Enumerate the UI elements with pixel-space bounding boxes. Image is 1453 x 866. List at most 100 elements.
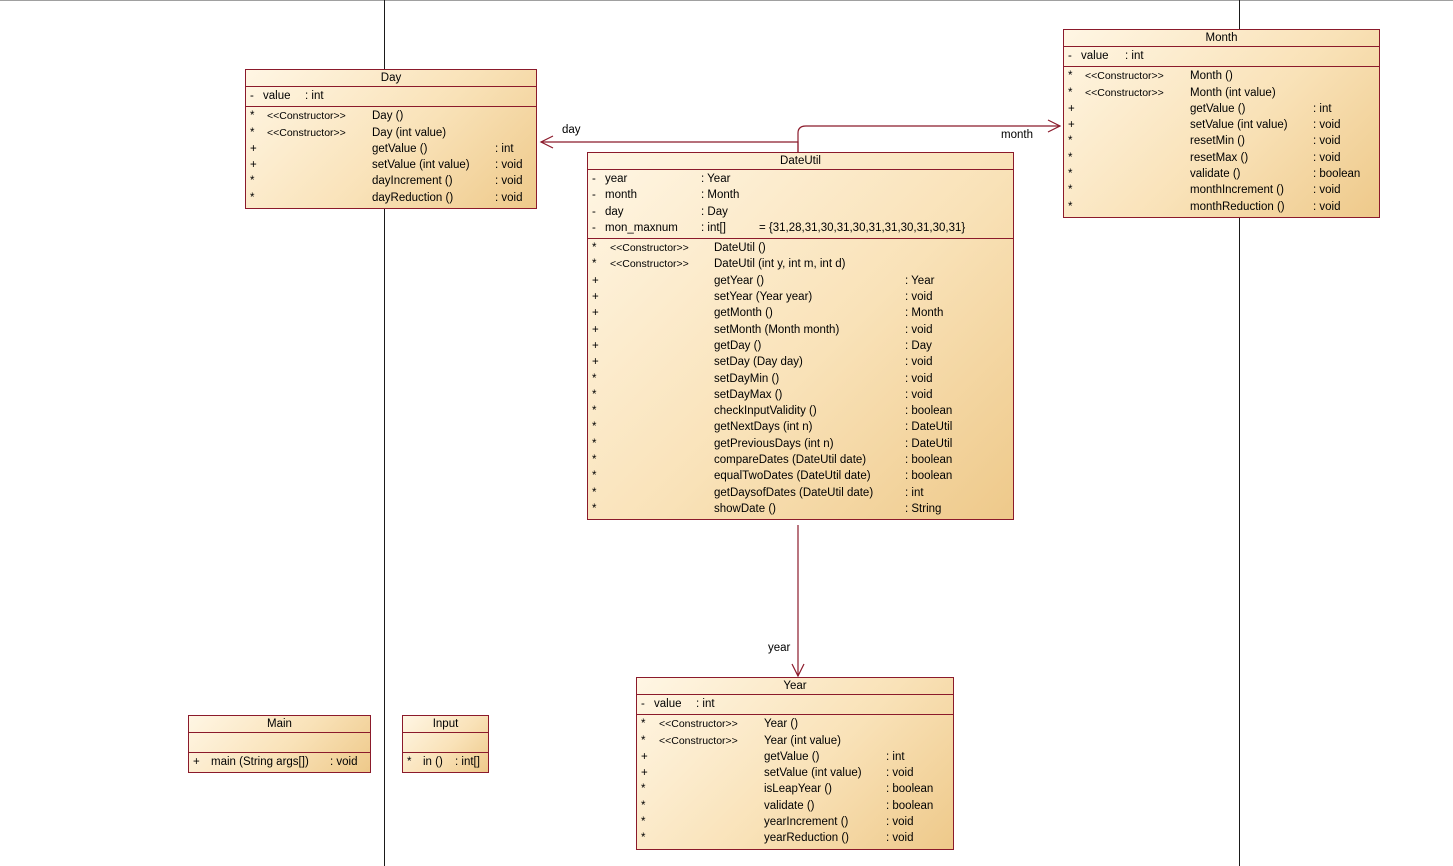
operation-row[interactable]: * <<Constructor>> DateUtil () bbox=[588, 240, 1013, 256]
return-type: : void bbox=[1313, 119, 1341, 132]
visibility-marker: * bbox=[250, 191, 255, 204]
operation-row[interactable]: * dayIncrement () : void bbox=[246, 173, 536, 189]
operation-row[interactable]: + getMonth () : Month bbox=[588, 305, 1013, 321]
operation-row[interactable]: * compareDates (DateUtil date) : boolean bbox=[588, 452, 1013, 468]
operation-row[interactable]: * yearReduction () : void bbox=[637, 830, 953, 846]
operation-row[interactable]: * equalTwoDates (DateUtil date) : boolea… bbox=[588, 468, 1013, 484]
visibility-marker: * bbox=[250, 175, 255, 188]
operation-name: validate () bbox=[764, 799, 815, 812]
operation-row[interactable]: + setMonth (Month month) : void bbox=[588, 322, 1013, 338]
class-month[interactable]: Month - value : int * <<Constructor>> Mo… bbox=[1063, 29, 1380, 218]
operation-row[interactable]: * <<Constructor>> Day () bbox=[246, 108, 536, 124]
operation-name: validate () bbox=[1190, 168, 1241, 181]
operation-row[interactable]: + getValue () : int bbox=[246, 141, 536, 157]
operation-row[interactable]: * in () : int[] bbox=[403, 754, 488, 770]
operation-row[interactable]: * validate () : boolean bbox=[1064, 166, 1379, 182]
visibility-marker: * bbox=[641, 783, 646, 796]
operation-row[interactable]: * showDate () : String bbox=[588, 501, 1013, 517]
operation-row[interactable]: + getValue () : int bbox=[1064, 101, 1379, 117]
operation-row[interactable]: + setYear (Year year) : void bbox=[588, 289, 1013, 305]
visibility-marker: * bbox=[641, 734, 646, 747]
visibility-marker: + bbox=[641, 750, 648, 763]
operation-name: getValue () bbox=[764, 750, 820, 763]
attribute-row[interactable]: - month : Month bbox=[588, 187, 1013, 203]
return-type: : int bbox=[886, 750, 905, 763]
operation-name: monthReduction () bbox=[1190, 200, 1285, 213]
attribute-type: : int bbox=[1125, 50, 1144, 62]
class-dateutil[interactable]: DateUtil - year : Year - month : Month -… bbox=[587, 152, 1014, 521]
attribute-row[interactable]: - value : int bbox=[637, 696, 953, 712]
visibility-marker: * bbox=[1068, 70, 1073, 83]
stereotype: <<Constructor>> bbox=[267, 110, 346, 123]
operation-row[interactable]: * setDayMax () : void bbox=[588, 387, 1013, 403]
operation-name: setMonth (Month month) bbox=[714, 323, 840, 336]
visibility-marker: + bbox=[250, 159, 257, 172]
operation-row[interactable]: * <<Constructor>> Day (int value) bbox=[246, 125, 536, 141]
attribute-row[interactable]: - mon_maxnum : int[] = {31,28,31,30,31,3… bbox=[588, 220, 1013, 236]
visibility-marker: + bbox=[641, 767, 648, 780]
return-type: : void bbox=[905, 356, 933, 369]
operation-row[interactable]: * <<Constructor>> Year () bbox=[637, 716, 953, 732]
class-main[interactable]: Main + main (String args[]) : void bbox=[188, 715, 371, 774]
operation-name: checkInputValidity () bbox=[714, 405, 817, 418]
day-association-line[interactable] bbox=[541, 141, 799, 152]
class-day[interactable]: Day - value : int * <<Constructor>> Day … bbox=[245, 69, 537, 210]
operation-row[interactable]: * setDayMin () : void bbox=[588, 371, 1013, 387]
visibility-marker: * bbox=[592, 258, 597, 271]
operation-row[interactable]: + getDay () : Day bbox=[588, 338, 1013, 354]
return-type: : boolean bbox=[905, 405, 953, 418]
return-type: : void bbox=[495, 191, 523, 204]
operation-row[interactable]: * monthIncrement () : void bbox=[1064, 182, 1379, 198]
operation-row[interactable]: + setValue (int value) : void bbox=[1064, 117, 1379, 133]
operation-row[interactable]: * isLeapYear () : boolean bbox=[637, 781, 953, 797]
operation-row[interactable]: * <<Constructor>> Year (int value) bbox=[637, 733, 953, 749]
operation-row[interactable]: + setDay (Day day) : void bbox=[588, 354, 1013, 370]
operation-row[interactable]: * <<Constructor>> Month () bbox=[1064, 68, 1379, 84]
operation-row[interactable]: * resetMax () : void bbox=[1064, 150, 1379, 166]
operation-name: main (String args[]) bbox=[211, 756, 309, 768]
attribute-name: value bbox=[654, 698, 682, 710]
operation-row[interactable]: + getValue () : int bbox=[637, 749, 953, 765]
return-type: : void bbox=[1313, 135, 1341, 148]
visibility-marker: * bbox=[592, 454, 597, 467]
operation-row[interactable]: * checkInputValidity () : boolean bbox=[588, 403, 1013, 419]
operation-row[interactable]: * dayReduction () : void bbox=[246, 190, 536, 206]
operation-row[interactable]: * getDaysofDates (DateUtil date) : int bbox=[588, 485, 1013, 501]
operation-name: monthIncrement () bbox=[1190, 184, 1284, 197]
operation-name: setDay (Day day) bbox=[714, 356, 803, 369]
operation-name: getMonth () bbox=[714, 307, 773, 320]
attribute-name: day bbox=[605, 205, 624, 218]
operation-row[interactable]: + getYear () : Year bbox=[588, 273, 1013, 289]
class-input[interactable]: Input * in () : int[] bbox=[402, 715, 489, 774]
visibility-marker: * bbox=[592, 470, 597, 483]
visibility-marker: + bbox=[250, 142, 257, 155]
operation-row[interactable]: + setValue (int value) : void bbox=[246, 157, 536, 173]
operation-row[interactable]: * getNextDays (int n) : DateUtil bbox=[588, 419, 1013, 435]
attribute-row[interactable]: - day : Day bbox=[588, 204, 1013, 220]
operation-row[interactable]: * <<Constructor>> DateUtil (int y, int m… bbox=[588, 256, 1013, 272]
attribute-row[interactable]: - value : int bbox=[246, 88, 536, 104]
visibility-marker: * bbox=[592, 372, 597, 385]
operation-row[interactable]: * getPreviousDays (int n) : DateUtil bbox=[588, 436, 1013, 452]
operation-row[interactable]: * resetMin () : void bbox=[1064, 133, 1379, 149]
operation-name: getDay () bbox=[714, 339, 762, 352]
visibility-marker: + bbox=[1068, 119, 1075, 132]
attribute-row[interactable]: - value : int bbox=[1064, 48, 1379, 64]
operation-row[interactable]: + setValue (int value) : void bbox=[637, 765, 953, 781]
class-year[interactable]: Year - value : int * <<Constructor>> Yea… bbox=[636, 677, 954, 850]
visibility-marker: * bbox=[1068, 151, 1073, 164]
operation-name: getYear () bbox=[714, 274, 765, 287]
attribute-type: : Year bbox=[701, 173, 731, 185]
operation-name: dayIncrement () bbox=[372, 175, 453, 188]
operation-row[interactable]: * yearIncrement () : void bbox=[637, 814, 953, 830]
operation-row[interactable]: + main (String args[]) : void bbox=[189, 754, 370, 770]
return-type: : DateUtil bbox=[905, 437, 953, 450]
visibility-marker: * bbox=[641, 816, 646, 829]
operation-row[interactable]: * monthReduction () : void bbox=[1064, 199, 1379, 215]
visibility-marker: + bbox=[592, 274, 599, 287]
attribute-type: : int bbox=[305, 90, 324, 102]
attribute-row[interactable]: - year : Year bbox=[588, 171, 1013, 187]
attributes-section: - value : int bbox=[246, 87, 536, 108]
operation-row[interactable]: * validate () : boolean bbox=[637, 798, 953, 814]
operation-row[interactable]: * <<Constructor>> Month (int value) bbox=[1064, 85, 1379, 101]
